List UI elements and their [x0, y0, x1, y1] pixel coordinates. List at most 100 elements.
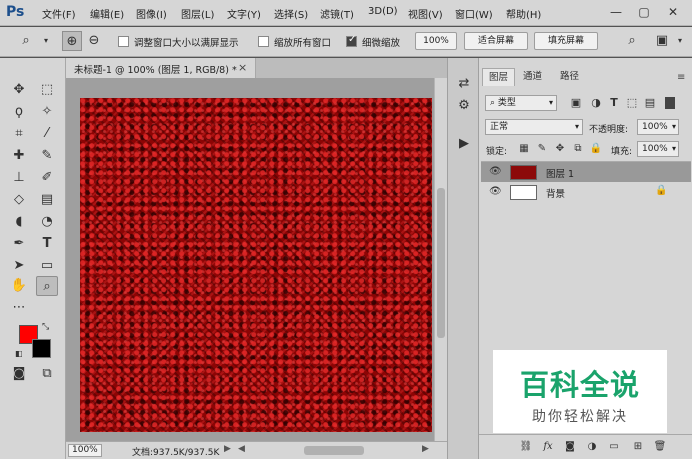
healing-brush-icon[interactable]: ✚	[8, 146, 30, 166]
menu-window[interactable]: 窗口(W)	[455, 6, 493, 21]
fit-screen-button[interactable]: 适合屏幕	[464, 32, 528, 50]
fill-screen-button[interactable]: 填充屏幕	[534, 32, 598, 50]
menu-image[interactable]: 图像(I)	[136, 6, 167, 21]
scroll-left-arrow-icon[interactable]: ◀	[238, 444, 245, 454]
layer-row-background[interactable]: 👁 背景 🔒	[481, 182, 691, 202]
menu-view[interactable]: 视图(V)	[408, 6, 443, 21]
zoom-tool-icon[interactable]: ⌕	[36, 276, 58, 296]
visibility-eye-icon[interactable]: 👁	[489, 166, 502, 177]
background-color-swatch[interactable]	[32, 339, 51, 358]
document-tab-title: 未标题-1 @ 100% (图层 1, RGB/8) *	[74, 65, 237, 76]
search-icon[interactable]: ⌕	[622, 31, 642, 51]
new-layer-icon[interactable]: ⊞	[631, 440, 645, 454]
layer-thumbnail	[510, 185, 537, 200]
path-selection-icon[interactable]: ➤	[8, 256, 30, 276]
filter-smart-object-icon[interactable]: ▤	[639, 93, 661, 113]
move-tool-icon[interactable]: ✥	[8, 80, 30, 100]
pen-tool-icon[interactable]: ✒	[8, 234, 30, 254]
panel-menu-icon[interactable]: ≡	[677, 72, 685, 83]
resize-windows-checkbox[interactable]	[118, 36, 129, 47]
clone-stamp-icon[interactable]: ⊥	[8, 168, 30, 188]
menu-file[interactable]: 文件(F)	[42, 6, 76, 21]
scrubby-zoom-checkbox[interactable]	[346, 34, 357, 47]
more-tools-icon[interactable]: ⋯	[8, 298, 30, 318]
scrubby-zoom-label: 细微缩放	[362, 38, 401, 49]
document-tab[interactable]: 未标题-1 @ 100% (图层 1, RGB/8) * ×	[66, 58, 256, 78]
layer-filter-select[interactable]: ⌕ 类型 ▾	[485, 95, 557, 111]
close-icon[interactable]: ×	[238, 61, 247, 74]
brush-tool-icon[interactable]: ✎	[36, 146, 58, 166]
menu-filter[interactable]: 滤镜(T)	[320, 6, 354, 21]
chevron-down-icon: ▾	[574, 122, 579, 131]
scroll-right-arrow-icon[interactable]: ▶	[422, 444, 429, 454]
menu-type[interactable]: 文字(Y)	[227, 6, 261, 21]
chevron-down-icon[interactable]: ▾	[36, 31, 56, 51]
status-menu-arrow-icon[interactable]: ▶	[224, 444, 231, 454]
chevron-down-icon[interactable]: ▾	[670, 31, 690, 51]
menu-3d[interactable]: 3D(D)	[368, 6, 398, 17]
quick-mask-icon[interactable]: ◙	[8, 364, 30, 384]
lasso-tool-icon[interactable]: ϙ	[8, 102, 30, 122]
filter-toggle-switch[interactable]	[665, 97, 675, 109]
lock-icon: 🔒	[655, 185, 668, 196]
history-brush-icon[interactable]: ✐	[36, 168, 58, 188]
layer-row-layer-1[interactable]: 👁 图层 1	[481, 162, 691, 182]
menu-layer[interactable]: 图层(L)	[181, 6, 214, 21]
document-size-info[interactable]: 文档:937.5K/937.5K	[132, 445, 219, 458]
properties-panel-icon[interactable]: ⚙	[453, 96, 475, 116]
link-layers-icon[interactable]: ⛓	[519, 440, 533, 454]
layer-name: 背景	[546, 189, 566, 200]
filter-pixel-icon[interactable]: ▣	[565, 93, 587, 113]
layer-style-icon[interactable]: fx	[541, 440, 555, 454]
eyedropper-icon[interactable]: ⁄	[36, 124, 58, 144]
vertical-scrollbar[interactable]	[434, 78, 447, 441]
zoom-all-windows-checkbox[interactable]	[258, 36, 269, 47]
zoom-in-icon[interactable]: ⊕	[62, 31, 82, 51]
tab-channels[interactable]: 通道	[517, 68, 548, 86]
gradient-tool-icon[interactable]: ▤	[36, 190, 58, 210]
crop-tool-icon[interactable]: ⌗	[8, 124, 30, 144]
new-group-icon[interactable]: ▭	[607, 440, 621, 454]
rectangle-tool-icon[interactable]: ▭	[36, 256, 58, 276]
add-mask-icon[interactable]: ◙	[563, 440, 577, 454]
type-tool-icon[interactable]: T	[36, 234, 58, 254]
adjustment-layer-icon[interactable]: ◑	[585, 440, 599, 454]
history-panel-icon[interactable]: ⇄	[453, 74, 475, 94]
marquee-tool-icon[interactable]: ⬚	[36, 80, 58, 100]
actions-play-icon[interactable]: ▶	[453, 134, 475, 154]
menu-edit[interactable]: 编辑(E)	[90, 6, 124, 21]
watermark-subtitle: 助你轻松解决	[532, 409, 628, 425]
screen-mode-icon[interactable]: ⧉	[36, 364, 58, 384]
tab-paths[interactable]: 路径	[554, 68, 585, 86]
fill-field[interactable]: 100% ▾	[637, 141, 679, 157]
close-button[interactable]: ✕	[660, 2, 686, 22]
hand-tool-icon[interactable]: ✋	[8, 276, 30, 296]
dodge-tool-icon[interactable]: ◔	[36, 212, 58, 232]
menu-select[interactable]: 选择(S)	[274, 6, 308, 21]
eraser-icon[interactable]: ◇	[8, 190, 30, 210]
zoom-tool-preset-icon[interactable]: ⌕	[16, 31, 36, 51]
layers-panel-footer: ⛓ fx ◙ ◑ ▭ ⊞ 🗑	[479, 434, 692, 459]
canvas-image[interactable]	[80, 98, 432, 432]
zoom-100-button[interactable]: 100%	[415, 32, 457, 50]
blend-mode-select[interactable]: 正常 ▾	[485, 119, 583, 135]
magic-wand-icon[interactable]: ✧	[36, 102, 58, 122]
menu-help[interactable]: 帮助(H)	[506, 6, 541, 21]
tab-layers[interactable]: 图层	[482, 68, 516, 86]
tools-panel: ✥ ⬚ ϙ ✧ ⌗ ⁄ ✚ ✎ ⊥ ✐ ◇ ▤ ◖ ◔ ✒ T ➤ ▭ ✋ ⌕ …	[0, 58, 66, 459]
visibility-eye-icon[interactable]: 👁	[489, 186, 502, 197]
opacity-field[interactable]: 100% ▾	[637, 119, 679, 135]
maximize-button[interactable]: ▢	[631, 2, 657, 22]
swap-colors-icon[interactable]: ⤡	[42, 322, 49, 332]
zoom-out-icon[interactable]: ⊖	[84, 31, 104, 51]
lock-all-icon[interactable]: 🔒	[585, 139, 607, 159]
zoom-level-field[interactable]: 100%	[68, 444, 102, 457]
default-colors-icon[interactable]: ◧	[15, 349, 23, 358]
delete-layer-icon[interactable]: 🗑	[653, 440, 667, 454]
chevron-down-icon: ▾	[671, 144, 676, 153]
vertical-scroll-thumb[interactable]	[437, 188, 445, 338]
workspace-icon[interactable]: ▣	[652, 31, 672, 51]
blur-tool-icon[interactable]: ◖	[8, 212, 30, 232]
minimize-button[interactable]: —	[603, 2, 629, 22]
horizontal-scroll-thumb[interactable]	[304, 446, 364, 455]
